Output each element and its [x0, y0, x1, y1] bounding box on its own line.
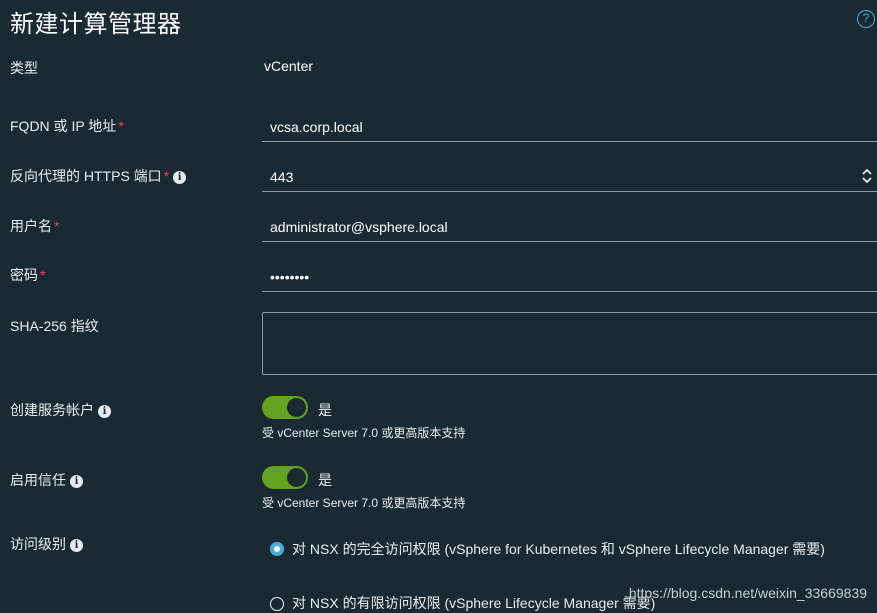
radio-unchecked[interactable] [270, 597, 284, 611]
watermark: https://blog.csdn.net/weixin_33669839 [628, 585, 867, 601]
port-input[interactable]: 443 [262, 162, 877, 192]
trust-toggle[interactable] [262, 466, 308, 489]
fqdn-label: FQDN 或 IP 地址 * [10, 118, 124, 134]
stepper-icon[interactable] [861, 166, 873, 186]
dialog-header: 新建计算管理器 ? [0, 0, 877, 48]
service-account-hint: 受 vCenter Server 7.0 或更高版本支持 [262, 426, 466, 440]
type-label: 类型 [10, 60, 38, 76]
username-label: 用户名 * [10, 218, 60, 234]
info-icon[interactable]: i [173, 171, 187, 184]
password-label: 密码 * [10, 267, 46, 283]
port-label: 反向代理的 HTTPS 端口 * i [10, 166, 187, 186]
password-input[interactable]: •••••••• [262, 262, 877, 292]
thumbprint-label: SHA-256 指纹 [10, 318, 99, 334]
thumbprint-textarea[interactable] [262, 312, 877, 375]
service-account-label: 创建服务帐户 i [10, 400, 111, 420]
toggle-knob [287, 398, 306, 417]
fqdn-input[interactable]: vcsa.corp.local [262, 112, 877, 142]
toggle-knob [287, 468, 306, 487]
username-input[interactable]: administrator@vsphere.local [262, 212, 877, 242]
trust-label: 启用信任 i [10, 470, 83, 490]
service-account-toggle-label: 是 [318, 402, 332, 418]
info-icon[interactable]: i [98, 405, 111, 418]
radio-checked[interactable] [270, 542, 284, 556]
info-icon[interactable]: i [70, 475, 83, 488]
trust-toggle-label: 是 [318, 472, 332, 488]
access-level-label: 访问级别 i [10, 534, 83, 554]
service-account-toggle[interactable] [262, 396, 308, 419]
help-icon[interactable]: ? [857, 10, 875, 28]
dialog-title: 新建计算管理器 [10, 11, 182, 38]
info-icon[interactable]: i [70, 539, 83, 552]
trust-hint: 受 vCenter Server 7.0 或更高版本支持 [262, 496, 466, 510]
type-value: vCenter [264, 58, 314, 74]
